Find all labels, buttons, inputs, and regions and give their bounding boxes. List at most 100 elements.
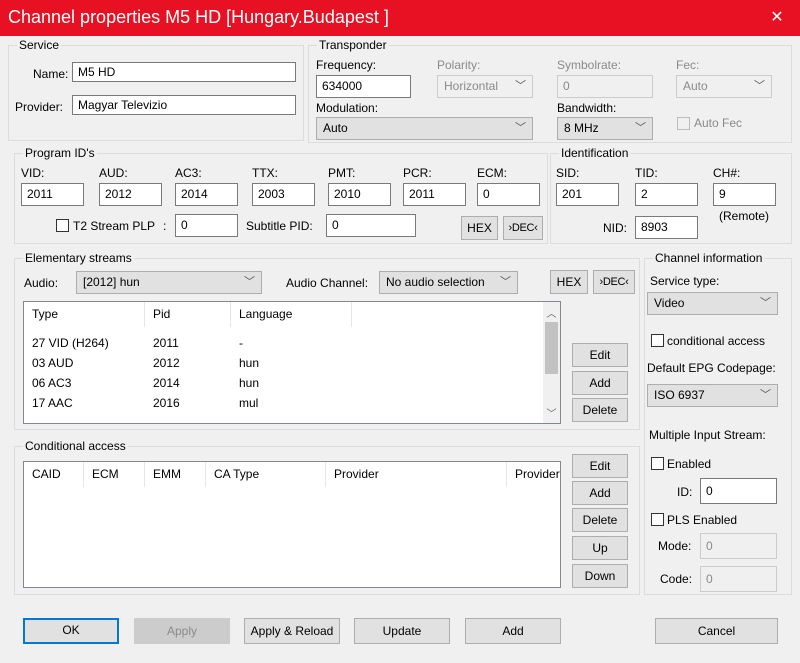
mis-enabled-label: Enabled [667,457,712,471]
service-type-value: Video [654,296,685,310]
mis-id-field[interactable]: 0 [700,478,777,504]
apply-reload-button[interactable]: Apply & Reload [244,618,340,644]
scroll-thumb[interactable] [545,322,558,374]
bandwidth-dropdown[interactable]: 8 MHz ﹀ [557,117,653,140]
audio-dropdown[interactable]: [2012] hun ﹀ [76,271,262,294]
chevron-down-icon: ﹀ [760,389,771,401]
bandwidth-value: 8 MHz [564,121,599,135]
chevron-down-icon: ﹀ [244,276,255,288]
autofec-label: Auto Fec [694,116,743,130]
streams-table[interactable]: Type Pid Language 27 VID (H264) 2011 - 0… [23,301,561,424]
pcr-label: PCR: [403,166,432,180]
polarity-label: Polarity: [437,58,481,72]
ch-field[interactable]: 9 [713,183,776,206]
conditional-access-checkbox[interactable] [651,334,664,347]
audio-channel-label: Audio Channel: [286,276,369,290]
vid-field[interactable]: 2011 [21,183,84,206]
t2-colon: : [163,219,167,233]
add-button[interactable]: Add [465,618,561,644]
remote-label: (Remote) [719,209,770,223]
provider-field[interactable]: Magyar Televizio [72,95,296,115]
nid-field[interactable]: 8903 [635,216,698,239]
tid-field[interactable]: 2 [635,183,698,206]
t2-stream-plp-checkbox[interactable] [56,219,69,232]
scroll-down-icon[interactable]: ﹀ [543,405,560,420]
close-icon[interactable]: ✕ [754,0,800,36]
row-pid: 2016 [153,396,180,410]
row-language: hun [239,376,260,390]
mode-label: Mode: [658,539,692,553]
fec-value: Auto [683,79,708,93]
epg-codepage-dropdown[interactable]: ISO 6937 ﹀ [647,384,778,407]
fec-label: Fec: [676,58,700,72]
epg-codepage-value: ISO 6937 [654,388,705,402]
column-header-type[interactable]: Type [24,302,145,327]
dec-button[interactable]: ›DEC‹ [503,216,543,240]
ttx-field[interactable]: 2003 [252,183,315,206]
cancel-button[interactable]: Cancel [655,618,778,644]
ecm-label: ECM: [477,166,507,180]
modulation-label: Modulation: [316,101,379,115]
modulation-value: Auto [323,121,348,135]
name-label: Name: [33,67,69,81]
sid-field[interactable]: 201 [556,183,619,206]
update-button[interactable]: Update [354,618,450,644]
apply-button: Apply [134,618,230,644]
column-header-provider-2[interactable]: Provider [507,462,560,487]
pls-enabled-checkbox[interactable] [651,513,664,526]
column-header-language[interactable]: Language [231,302,352,327]
ca-edit-button[interactable]: Edit [572,454,628,478]
column-header-ca-type[interactable]: CA Type [206,462,326,487]
row-pid: 2014 [153,376,180,390]
mis-enabled-checkbox[interactable] [651,457,664,470]
stream-edit-button[interactable]: Edit [572,343,628,367]
row-type: 27 VID (H264) [32,336,109,350]
multiple-input-stream-label: Multiple Input Stream: [649,428,766,442]
program-ids-group-label: Program ID's [23,146,97,160]
chevron-down-icon: ﹀ [754,80,765,92]
ca-down-button[interactable]: Down [572,564,628,588]
vid-label: VID: [21,166,45,180]
ac3-field[interactable]: 2014 [175,183,238,206]
identification-group-label: Identification [559,146,631,160]
column-header-caid[interactable]: CAID [24,462,84,487]
column-header-pid[interactable]: Pid [145,302,231,327]
chevron-down-icon: ﹀ [635,122,646,134]
name-field[interactable]: M5 HD [72,62,296,82]
streams-scrollbar[interactable]: ︿ ﹀ [543,302,560,423]
mis-id-label: ID: [677,485,693,499]
service-type-dropdown[interactable]: Video ﹀ [647,292,778,315]
ca-delete-button[interactable]: Delete [572,508,628,532]
ecm-field[interactable]: 0 [477,183,540,206]
chevron-down-icon: ﹀ [760,297,771,309]
aud-field[interactable]: 2012 [99,183,162,206]
subtitle-pid-field[interactable]: 0 [326,214,416,237]
frequency-field[interactable]: 634000 [316,75,411,98]
t2-stream-plp-field[interactable]: 0 [175,214,238,237]
column-header-ecm[interactable]: ECM [84,462,145,487]
stream-dec-button[interactable]: ›DEC‹ [593,270,635,294]
service-group-label: Service [17,38,62,52]
ca-up-button[interactable]: Up [572,536,628,560]
column-header-emm[interactable]: EMM [145,462,206,487]
scroll-up-icon[interactable]: ︿ [543,305,560,320]
row-pid: 2011 [153,336,179,350]
ok-button[interactable]: OK [23,618,119,644]
mode-field: 0 [700,533,777,559]
pmt-field[interactable]: 2010 [328,183,391,206]
modulation-dropdown[interactable]: Auto ﹀ [316,117,533,140]
audio-channel-dropdown[interactable]: No audio selection ﹀ [379,271,518,294]
column-header-provider[interactable]: Provider [326,462,507,487]
audio-value: [2012] hun [83,275,140,289]
hex-button[interactable]: HEX [461,216,498,240]
pcr-field[interactable]: 2011 [403,183,466,206]
ca-table[interactable]: CAID ECM EMM CA Type Provider Provider [23,461,561,588]
transponder-group-label: Transponder [317,38,389,52]
ca-add-button[interactable]: Add [572,481,628,505]
ac3-label: AC3: [175,166,202,180]
aud-label: AUD: [99,166,128,180]
service-group: Service [8,38,304,141]
stream-add-button[interactable]: Add [572,371,628,395]
stream-delete-button[interactable]: Delete [572,398,628,422]
stream-hex-button[interactable]: HEX [550,270,588,294]
